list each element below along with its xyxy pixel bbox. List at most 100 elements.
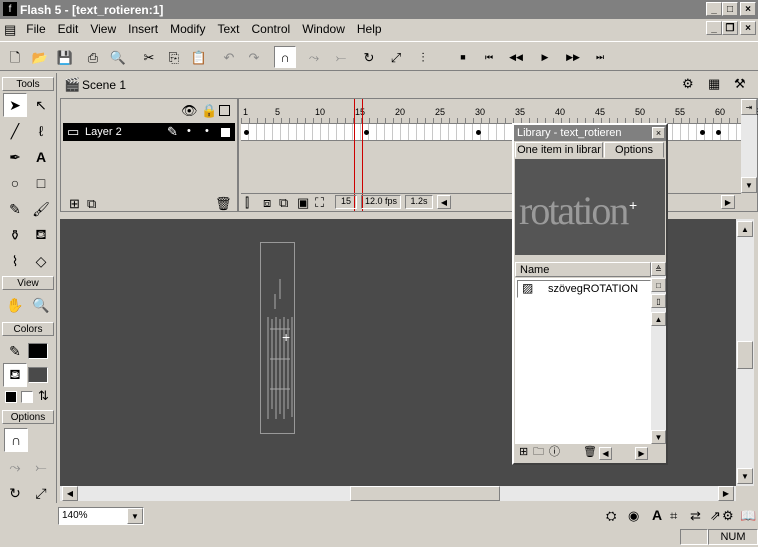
eye-icon[interactable]: 👁 xyxy=(181,104,198,117)
lasso-tool-icon[interactable]: ℓ xyxy=(29,119,53,143)
center-frame-icon[interactable]: ⫿ xyxy=(245,196,249,209)
document-icon[interactable]: ▤ xyxy=(4,23,16,36)
onion-outline-icon[interactable]: ⧉ xyxy=(279,196,288,209)
scale-option-icon[interactable]: ⤢ xyxy=(29,481,53,505)
pencil-tool-icon[interactable]: ✎ xyxy=(3,197,27,221)
lock-dot[interactable]: • xyxy=(205,125,209,137)
new-symbol-icon[interactable]: ⊞ xyxy=(519,447,528,458)
line-tool-icon[interactable]: ╱ xyxy=(3,119,27,143)
mixer-panel-icon[interactable]: ◉ xyxy=(628,509,639,522)
edit-scene-icon[interactable]: ⚙ xyxy=(682,77,694,90)
cut-icon[interactable]: ✂ xyxy=(138,46,160,68)
ink-bottle-tool-icon[interactable]: ⚱ xyxy=(3,223,27,247)
library-side-scroll[interactable]: ≜ □ ▯ ▲ ▼ xyxy=(651,262,666,444)
edit-multiple-icon[interactable]: ▣ xyxy=(297,196,309,209)
library-wide-view-icon[interactable]: □ xyxy=(651,278,666,292)
library-tab-count[interactable]: One item in librar xyxy=(515,142,603,158)
subselect-tool-icon[interactable]: ↖ xyxy=(29,93,53,117)
outline-swatch[interactable] xyxy=(221,128,230,137)
menu-insert[interactable]: Insert xyxy=(122,22,164,36)
rotate-icon[interactable]: ↻ xyxy=(358,46,380,68)
library-options-menu[interactable]: Options xyxy=(604,142,664,158)
new-folder-icon[interactable]: 🗀 xyxy=(533,447,544,458)
library-narrow-view-icon[interactable]: ▯ xyxy=(651,294,666,308)
stage-vscroll-thumb[interactable] xyxy=(737,341,753,369)
stage-scroll-right[interactable]: ▶ xyxy=(718,486,734,501)
outline-icon[interactable] xyxy=(219,105,230,116)
layer-row[interactable]: ▭ Layer 2 ✎ • • xyxy=(63,123,235,141)
keyframe-dot[interactable] xyxy=(364,130,369,135)
stage-scroll-down[interactable]: ▼ xyxy=(737,468,753,484)
menu-window[interactable]: Window xyxy=(296,22,351,36)
timeline-vscroll-marker[interactable]: ⇥ xyxy=(741,99,757,115)
default-colors-icon[interactable] xyxy=(5,391,17,403)
library-sort-icon[interactable]: ≜ xyxy=(651,262,666,276)
movie-explorer-icon[interactable]: ⇄ xyxy=(690,509,701,522)
actions-panel-icon[interactable]: ⇗ xyxy=(710,509,721,522)
keyframe-dot[interactable] xyxy=(244,130,249,135)
copy-icon[interactable]: ⎘ xyxy=(163,46,185,68)
menu-text[interactable]: Text xyxy=(211,22,245,36)
list-item[interactable]: ▨ szövegROTATION xyxy=(517,280,651,298)
align-icon[interactable]: ⫶ xyxy=(412,46,434,68)
doc-minimize-button[interactable]: _ xyxy=(706,21,722,35)
stage-hscroll[interactable]: ◀ ▶ xyxy=(60,486,736,501)
stage-scroll-left[interactable]: ◀ xyxy=(62,486,78,501)
swap-colors-icon[interactable]: ⇅ xyxy=(38,389,49,402)
library-hscroll-right[interactable]: ▶ xyxy=(635,447,648,460)
redo-icon[interactable]: ↷ xyxy=(243,46,265,68)
delete-layer-icon[interactable]: 🗑 xyxy=(215,197,232,210)
library-scroll-up[interactable]: ▲ xyxy=(651,312,666,326)
rectangle-tool-icon[interactable]: □ xyxy=(29,171,53,195)
dropper-tool-icon[interactable]: ⌇ xyxy=(3,249,27,273)
fill-color-swatch[interactable] xyxy=(28,367,48,383)
zoom-select[interactable]: 140% ▼ xyxy=(58,507,144,525)
snap-magnet-icon[interactable]: ∩ xyxy=(274,46,296,68)
rotated-text-graphic[interactable] xyxy=(260,269,300,419)
stage-hscroll-thumb[interactable] xyxy=(350,486,500,501)
frame-ruler[interactable]: 15101520253035404550556065 xyxy=(241,99,758,123)
keyframe-dot[interactable] xyxy=(700,130,705,135)
character-panel-icon[interactable]: A xyxy=(652,508,662,522)
menu-edit[interactable]: Edit xyxy=(52,22,85,36)
add-guide-layer-icon[interactable]: ⧉ xyxy=(87,197,96,210)
stroke-color-swatch[interactable] xyxy=(28,343,48,359)
rewind-start-icon[interactable]: ⏮ xyxy=(478,46,500,68)
smooth-icon[interactable]: ⤳ xyxy=(303,46,325,68)
open-folder-icon[interactable]: 📂 xyxy=(29,46,51,68)
library-book-icon[interactable]: 📖 xyxy=(740,509,756,522)
oval-tool-icon[interactable]: ○ xyxy=(3,171,27,195)
doc-restore-button[interactable]: ❐ xyxy=(722,21,738,35)
debugger-icon[interactable]: ⚙ xyxy=(722,509,734,522)
timeline-scroll-right[interactable]: ▶ xyxy=(721,195,735,209)
scene-options-icon[interactable]: ⚒ xyxy=(734,77,746,90)
print-icon[interactable]: ⎙ xyxy=(82,46,104,68)
straighten-icon[interactable]: ⤚ xyxy=(330,46,352,68)
library-column-header[interactable]: Name xyxy=(515,262,651,277)
modify-markers-icon[interactable]: ⛶ xyxy=(315,196,324,209)
menu-control[interactable]: Control xyxy=(246,22,297,36)
paste-icon[interactable]: 📋 xyxy=(188,46,210,68)
print-preview-icon[interactable]: 🔍 xyxy=(107,46,129,68)
properties-icon[interactable]: ⓘ xyxy=(549,447,560,458)
instance-panel-icon[interactable]: ⌗ xyxy=(670,509,677,522)
maximize-button[interactable]: □ xyxy=(722,2,738,16)
keyframe-dot[interactable] xyxy=(716,130,721,135)
new-file-icon[interactable]: 🗋 xyxy=(4,46,26,68)
zoom-tool-icon[interactable]: 🔍 xyxy=(29,293,53,317)
eraser-tool-icon[interactable]: ◇ xyxy=(29,249,53,273)
scale-icon[interactable]: ⤢ xyxy=(385,46,407,68)
onion-skin-icon[interactable]: ⧈ xyxy=(263,196,271,209)
snap-option-icon[interactable]: ∩ xyxy=(4,428,28,452)
rotate-option-icon[interactable]: ↻ xyxy=(3,481,27,505)
hand-tool-icon[interactable]: ✋ xyxy=(3,293,27,317)
scene-name[interactable]: Scene 1 xyxy=(82,78,126,92)
paint-bucket-tool-icon[interactable]: ⛾ xyxy=(29,223,53,247)
info-panel-icon[interactable]: ⛭ xyxy=(606,509,616,522)
keyframe-dot[interactable] xyxy=(476,130,481,135)
timeline-vscroll[interactable]: ⇥ ▼ xyxy=(741,99,757,193)
visible-dot[interactable]: • xyxy=(187,125,191,137)
arrow-tool-icon[interactable]: ➤ xyxy=(3,93,27,117)
step-forward-icon[interactable]: ▶▶ xyxy=(562,46,584,68)
stage-scroll-up[interactable]: ▲ xyxy=(737,221,753,237)
